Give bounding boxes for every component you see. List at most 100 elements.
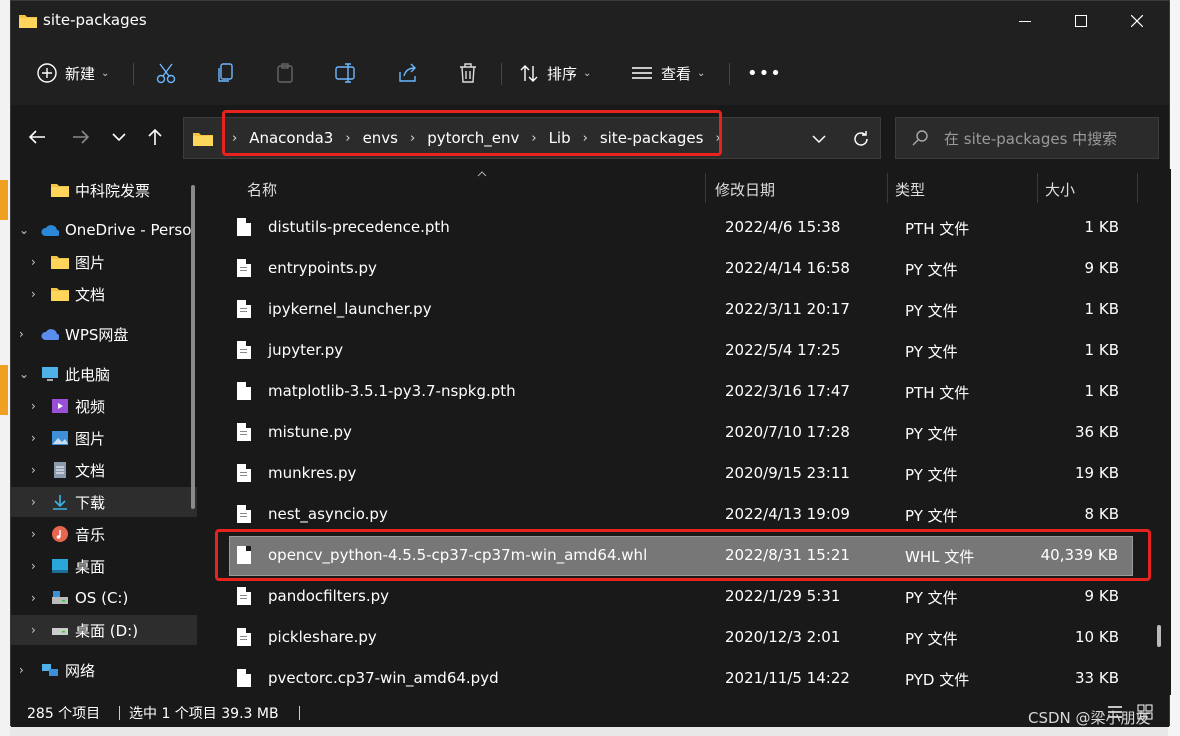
python-file-icon bbox=[237, 259, 251, 277]
table-row[interactable]: pandocfilters.py 2022/1/29 5:31 PY 文件 9 … bbox=[229, 577, 1133, 617]
nav-item-drive-c[interactable]: › OS (C:) bbox=[11, 583, 197, 613]
nav-item-label: 图片 bbox=[75, 253, 106, 272]
nav-item-drive-d[interactable]: › 桌面 (D:) bbox=[11, 615, 197, 645]
nav-item-videos[interactable]: › 视频 bbox=[11, 391, 197, 421]
chevron-right-icon[interactable]: › bbox=[31, 463, 36, 477]
file-type: PY 文件 bbox=[905, 302, 958, 320]
table-row[interactable]: entrypoints.py 2022/4/14 16:58 PY 文件 9 K… bbox=[229, 249, 1133, 289]
nav-item-documents[interactable]: › 文档 bbox=[11, 455, 197, 485]
sort-button[interactable]: 排序 ⌄ bbox=[519, 55, 591, 91]
column-divider[interactable] bbox=[1137, 173, 1138, 203]
sort-button-label: 排序 bbox=[547, 64, 578, 83]
file-name: nest_asyncio.py bbox=[268, 505, 388, 523]
column-header-type[interactable]: 类型 bbox=[895, 179, 925, 200]
python-file-icon bbox=[237, 423, 251, 441]
address-row: › Anaconda3 › envs › pytorch_env › Lib ›… bbox=[11, 105, 1169, 169]
view-button[interactable]: 查看 ⌄ bbox=[631, 55, 705, 91]
copy-icon bbox=[218, 63, 233, 82]
nav-item-label: 网络 bbox=[65, 661, 96, 680]
recent-locations-button[interactable] bbox=[101, 119, 137, 155]
file-name: pvectorc.cp37-win_amd64.pyd bbox=[268, 669, 499, 687]
table-row[interactable]: ipykernel_launcher.py 2022/3/11 20:17 PY… bbox=[229, 290, 1133, 330]
file-size: 8 KB bbox=[1084, 505, 1119, 523]
file-name: entrypoints.py bbox=[268, 259, 377, 277]
chevron-down-icon[interactable]: ⌄ bbox=[19, 223, 29, 237]
chevron-right-icon[interactable]: › bbox=[31, 495, 36, 509]
nav-item-network[interactable]: › 网络 bbox=[11, 655, 197, 685]
file-date: 2022/5/4 17:25 bbox=[725, 341, 841, 359]
refresh-icon[interactable] bbox=[852, 130, 870, 148]
file-name: ipykernel_launcher.py bbox=[268, 300, 432, 318]
copy-button[interactable] bbox=[215, 55, 237, 91]
chevron-right-icon[interactable]: › bbox=[31, 591, 36, 605]
file-date: 2020/9/15 23:11 bbox=[725, 464, 850, 482]
chevron-down-icon[interactable]: ⌄ bbox=[19, 367, 29, 381]
rename-button[interactable] bbox=[335, 55, 357, 91]
arrow-left-icon bbox=[28, 130, 45, 144]
back-button[interactable] bbox=[19, 119, 55, 155]
chevron-right-icon[interactable]: › bbox=[31, 559, 36, 573]
file-size: 19 KB bbox=[1075, 464, 1119, 482]
file-list-scrollbar[interactable] bbox=[1157, 625, 1161, 647]
maximize-icon bbox=[1075, 15, 1087, 27]
cut-button[interactable] bbox=[155, 55, 177, 91]
table-row[interactable]: pickleshare.py 2020/12/3 2:01 PY 文件 10 K… bbox=[229, 618, 1133, 658]
nav-item-desktop[interactable]: › 桌面 bbox=[11, 551, 197, 581]
column-divider[interactable] bbox=[705, 173, 706, 203]
nav-scrollbar[interactable] bbox=[191, 185, 195, 509]
search-input[interactable]: 在 site-packages 中搜索 bbox=[895, 117, 1159, 159]
close-icon bbox=[1131, 15, 1143, 27]
navigation-pane: 中科院发票 ⌄ OneDrive - Perso › 图片 › 文档 › WPS… bbox=[11, 169, 207, 695]
table-row[interactable]: jupyter.py 2022/5/4 17:25 PY 文件 1 KB bbox=[229, 331, 1133, 371]
table-row[interactable]: pvectorc.cp37-win_amd64.pyd 2021/11/5 14… bbox=[229, 659, 1133, 695]
file-date: 2020/7/10 17:28 bbox=[725, 423, 850, 441]
forward-button[interactable] bbox=[63, 119, 99, 155]
new-button[interactable]: 新建 ⌄ bbox=[37, 55, 109, 91]
up-button[interactable] bbox=[137, 119, 173, 155]
nav-item-onedrive[interactable]: ⌄ OneDrive - Perso bbox=[11, 215, 197, 245]
address-dropdown-icon[interactable] bbox=[812, 134, 826, 144]
column-header-name[interactable]: 名称 bbox=[247, 179, 277, 200]
column-divider[interactable] bbox=[887, 173, 888, 203]
share-button[interactable] bbox=[397, 55, 419, 91]
more-options-button[interactable]: ••• bbox=[747, 55, 782, 91]
chevron-right-icon[interactable]: › bbox=[31, 287, 36, 301]
item-count: 285 个项目 bbox=[27, 706, 101, 722]
chevron-right-icon[interactable]: › bbox=[31, 623, 36, 637]
delete-button[interactable] bbox=[457, 55, 479, 91]
file-name: munkres.py bbox=[268, 464, 357, 482]
file-date: 2021/11/5 14:22 bbox=[725, 669, 850, 687]
chevron-right-icon[interactable]: › bbox=[31, 399, 36, 413]
table-row[interactable]: distutils-precedence.pth 2022/4/6 15:38 … bbox=[229, 208, 1133, 248]
chevron-right-icon[interactable]: › bbox=[19, 327, 24, 341]
chevron-right-icon[interactable]: › bbox=[31, 255, 36, 269]
nav-item-onedrive-documents[interactable]: › 文档 bbox=[11, 279, 197, 309]
trash-icon bbox=[460, 63, 476, 83]
chevron-right-icon[interactable]: › bbox=[19, 663, 24, 677]
column-header-modified[interactable]: 修改日期 bbox=[715, 179, 775, 200]
nav-item-onedrive-pictures[interactable]: › 图片 bbox=[11, 247, 197, 277]
nav-item-wps[interactable]: › WPS网盘 bbox=[11, 319, 197, 349]
nav-item-invoice-folder[interactable]: 中科院发票 bbox=[11, 175, 197, 205]
paste-button[interactable] bbox=[275, 55, 297, 91]
document-icon bbox=[54, 462, 66, 478]
chevron-right-icon[interactable]: › bbox=[31, 431, 36, 445]
music-icon bbox=[52, 526, 68, 542]
close-button[interactable] bbox=[1109, 1, 1165, 41]
nav-item-music[interactable]: › 音乐 bbox=[11, 519, 197, 549]
file-icon bbox=[237, 669, 251, 687]
nav-item-pictures[interactable]: › 图片 bbox=[11, 423, 197, 453]
chevron-right-icon[interactable]: › bbox=[31, 527, 36, 541]
toolbar-divider bbox=[501, 63, 502, 85]
column-header-size[interactable]: 大小 bbox=[1045, 179, 1075, 200]
title-bar[interactable]: site-packages bbox=[11, 1, 1169, 41]
table-row[interactable]: mistune.py 2020/7/10 17:28 PY 文件 36 KB bbox=[229, 413, 1133, 453]
minimize-button[interactable] bbox=[997, 1, 1053, 41]
table-row[interactable]: munkres.py 2020/9/15 23:11 PY 文件 19 KB bbox=[229, 454, 1133, 494]
status-bar: 285 个项目 选中 1 个项目 39.3 MB bbox=[11, 699, 1169, 727]
column-divider[interactable] bbox=[1037, 173, 1038, 203]
nav-item-downloads[interactable]: › 下载 bbox=[11, 487, 197, 517]
maximize-button[interactable] bbox=[1053, 1, 1109, 41]
table-row[interactable]: matplotlib-3.5.1-py3.7-nspkg.pth 2022/3/… bbox=[229, 372, 1133, 412]
nav-item-this-pc[interactable]: ⌄ 此电脑 bbox=[11, 359, 197, 389]
